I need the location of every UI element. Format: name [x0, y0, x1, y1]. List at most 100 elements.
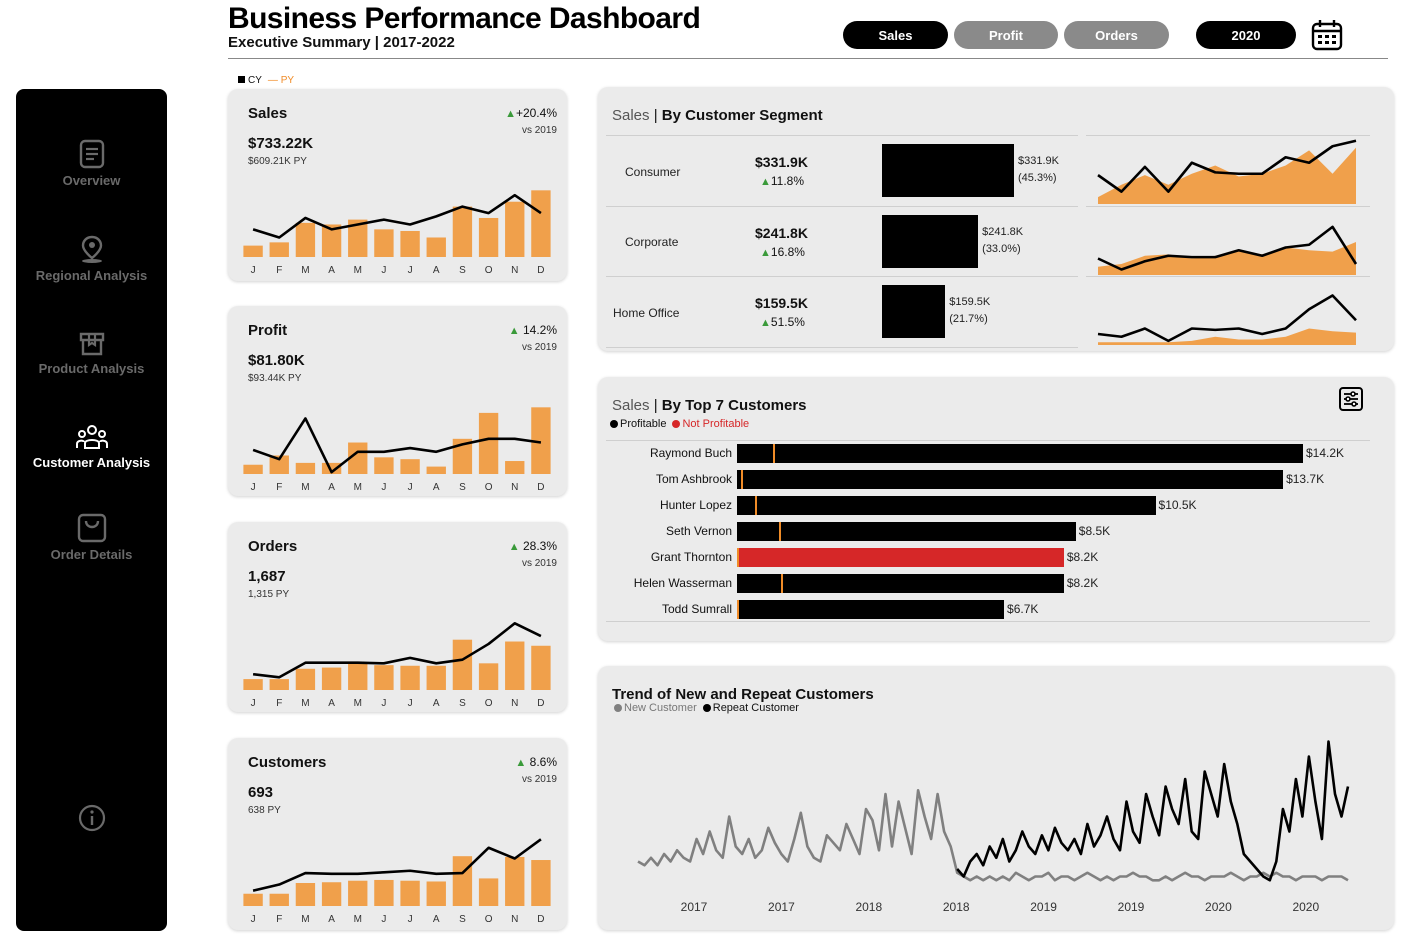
kpi-bar — [374, 879, 394, 906]
kpi-bar — [478, 412, 499, 474]
customer-sales-bar[interactable] — [737, 496, 1156, 515]
cy-swatch — [238, 76, 245, 83]
kpi-bar — [452, 856, 473, 906]
year-selector[interactable]: 2020 — [1196, 21, 1296, 49]
customer-sales-label: $10.5K — [1158, 498, 1197, 512]
previous-year-marker — [778, 522, 781, 541]
orders-metric-button[interactable]: Orders — [1064, 21, 1169, 49]
customer-sales-label: $14.2K — [1306, 446, 1345, 460]
segment-value: $331.9K — [755, 154, 808, 170]
year-tick-label: 2019 — [1030, 900, 1057, 914]
customer-sales-label: $13.7K — [1286, 472, 1325, 486]
month-label: O — [485, 914, 493, 925]
customer-name: Hunter Lopez — [659, 498, 732, 512]
month-label: A — [433, 482, 440, 493]
legend-profitable: Profitable — [620, 418, 667, 430]
segment-trend-chart — [1097, 139, 1357, 204]
month-label: M — [301, 914, 309, 925]
kpi-card-orders: Orders 1,687 1,315 PY ▲ 28.3% vs 2019 J F… — [228, 522, 567, 712]
kpi-bar — [505, 856, 525, 906]
month-label: S — [459, 914, 466, 925]
customer-sales-bar[interactable] — [737, 444, 1303, 463]
month-label: J — [408, 914, 413, 925]
up-triangle-icon: ▲ — [505, 108, 516, 120]
month-label: J — [251, 914, 256, 925]
kpi-card-sales: Sales $733.22K $609.21K PY ▲+20.4% vs 20… — [228, 89, 567, 281]
kpi-bar — [400, 665, 420, 690]
sidebar-item-order-details[interactable]: Order Details — [16, 513, 167, 562]
dashboard-subtitle: Executive Summary | 2017-2022 — [228, 34, 455, 51]
month-label: O — [485, 698, 493, 709]
panel-title: Sales | By Top 7 Customers — [612, 397, 807, 414]
month-label: N — [511, 698, 518, 709]
segment-trend-chart — [1097, 225, 1358, 275]
month-label: A — [433, 698, 440, 709]
segment-bar-value: $331.9K — [1018, 155, 1059, 167]
customer-name: Tom Ashbrook — [655, 472, 732, 486]
customer-name: Seth Vernon — [665, 524, 732, 538]
kpi-delta: 28.3% — [522, 539, 557, 553]
kpi-bar — [426, 665, 446, 690]
segment-bar-value: $159.5K — [949, 296, 991, 308]
year-tick-label: 2017 — [681, 900, 708, 914]
previous-year-marker — [780, 574, 783, 593]
customer-sales-bar[interactable] — [737, 548, 1064, 567]
users-icon — [75, 425, 108, 449]
up-triangle-icon: ▲ — [515, 757, 527, 769]
month-label: N — [511, 482, 518, 493]
segment-share-bar — [882, 215, 979, 268]
month-label: S — [459, 482, 466, 493]
customer-sales-bar[interactable] — [737, 600, 1005, 619]
kpi-bar — [243, 893, 263, 906]
kpi-bar — [321, 667, 342, 690]
segment-panel: Sales | By Customer Segment Consumer $33… — [598, 87, 1394, 351]
profit-metric-button[interactable]: Profit — [954, 21, 1058, 49]
segment-share: (21.7%) — [949, 313, 988, 325]
panel-title-main: By Customer Segment — [661, 107, 823, 124]
segment-name: Consumer — [625, 165, 681, 179]
cy-py-legend: CY — PY — [238, 75, 294, 86]
sidebar-item-regional-analysis[interactable]: Regional Analysis — [16, 234, 167, 283]
customer-sales-bar[interactable] — [737, 470, 1284, 489]
month-label: J — [251, 698, 256, 709]
sidebar-item-label: Order Details — [50, 547, 133, 562]
segment-growth: 51.5% — [770, 315, 805, 329]
segment-share: (33.0%) — [982, 243, 1021, 255]
kpi-bar — [478, 217, 499, 257]
dashboard-title: Business Performance Dashboard — [228, 2, 701, 35]
kpi-title: Sales — [248, 105, 288, 122]
row-divider — [606, 135, 1078, 136]
kpi-bar — [531, 645, 551, 690]
month-label: M — [354, 265, 362, 276]
info-button[interactable] — [16, 803, 167, 837]
year-tick-label: 2018 — [943, 900, 970, 914]
kpi-bar — [400, 459, 420, 474]
kpi-bar — [531, 860, 551, 906]
customer-sales-bar[interactable] — [737, 522, 1076, 541]
kpi-sparkchart: JFMAMJJASOND — [243, 622, 551, 709]
sliders-icon[interactable] — [1338, 386, 1364, 412]
sidebar-item-overview[interactable]: Overview — [16, 139, 167, 188]
kpi-bar — [374, 665, 394, 690]
month-label: M — [354, 914, 362, 925]
customer-sales-label: $6.7K — [1007, 602, 1039, 616]
top-customers-panel: Sales | By Top 7 Customers Profitable No… — [598, 377, 1394, 641]
sidebar-item-label: Customer Analysis — [32, 455, 151, 470]
customer-sales-bar[interactable] — [737, 574, 1064, 593]
sidebar-item-product-analysis[interactable]: Product Analysis — [16, 329, 167, 376]
profit-legend: Profitable Not Profitable — [610, 418, 749, 430]
segment-share-bar — [882, 144, 1014, 197]
customer-name: Grant Thornton — [650, 550, 732, 564]
shopping-bag-icon — [77, 513, 106, 543]
kpi-bar — [295, 883, 316, 906]
kpi-bar — [426, 466, 446, 474]
month-label: M — [301, 698, 309, 709]
kpi-bar — [505, 201, 525, 257]
calendar-icon[interactable] — [1310, 18, 1344, 52]
segment-share-bar — [882, 285, 946, 338]
row-divider — [606, 206, 1078, 207]
year-tick-label: 2018 — [855, 900, 882, 914]
sidebar-item-customer-analysis[interactable]: Customer Analysis — [16, 423, 167, 470]
sales-metric-button[interactable]: Sales — [843, 21, 948, 49]
month-label: J — [251, 482, 256, 493]
